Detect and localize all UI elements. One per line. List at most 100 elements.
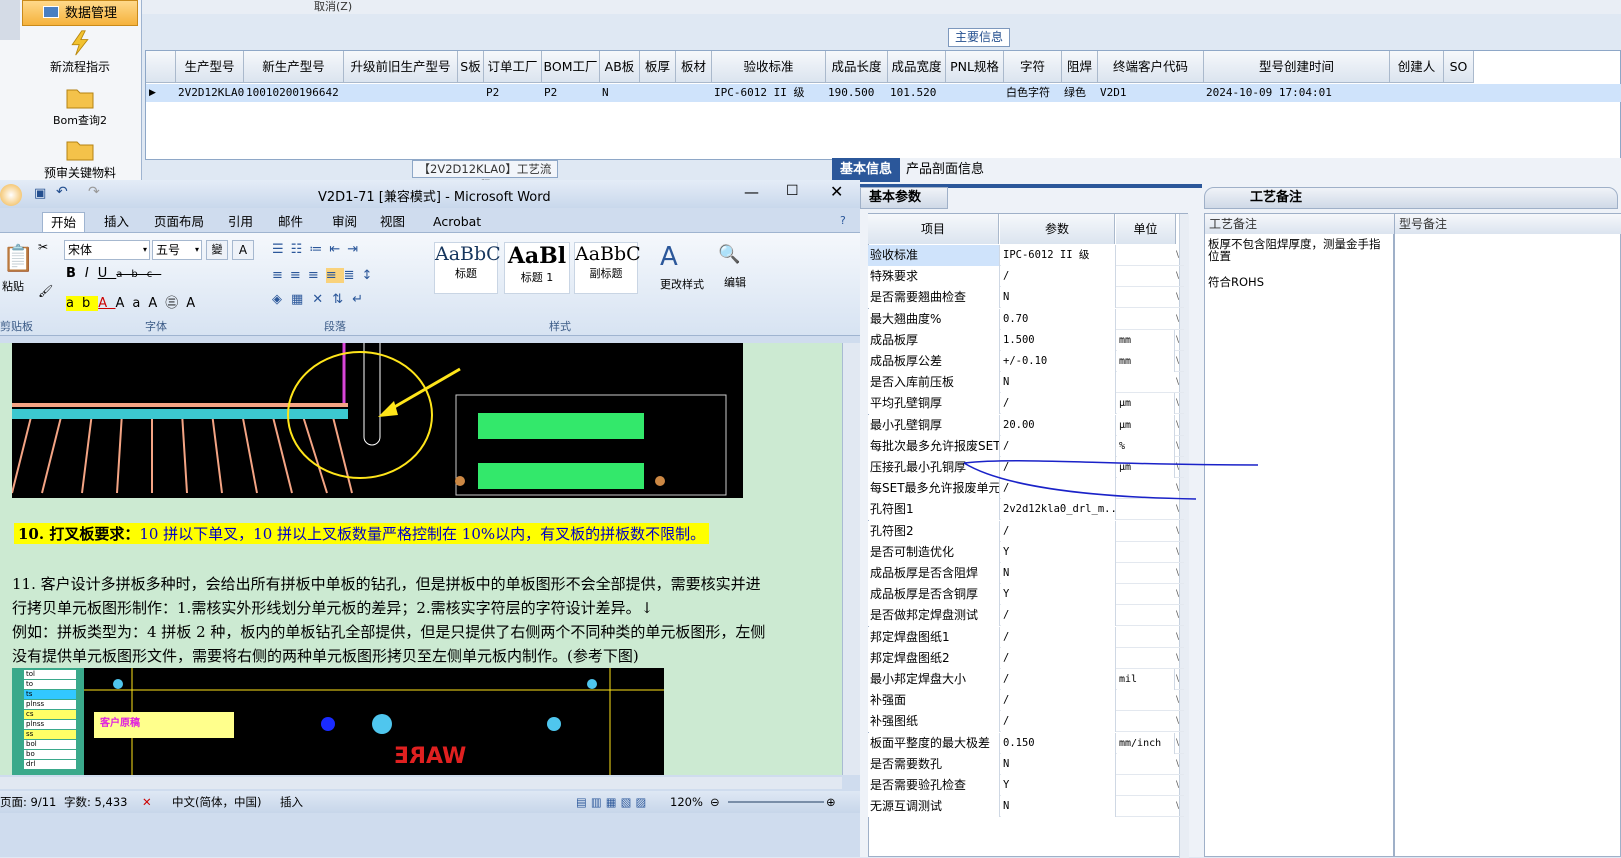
status-page[interactable]: 页面: 9/11 bbox=[0, 791, 56, 813]
grid-header[interactable]: 阻焊 bbox=[1062, 51, 1098, 83]
doc-hscroll[interactable] bbox=[0, 777, 842, 789]
layer-item[interactable]: bol bbox=[24, 740, 76, 749]
font-color-buttons[interactable]: abAAaA㊂A bbox=[66, 292, 203, 311]
param-value[interactable]: N bbox=[1001, 372, 1116, 394]
table-row[interactable]: 特殊要求 / \ bbox=[868, 266, 1184, 288]
param-value[interactable]: / bbox=[1001, 647, 1116, 669]
cancel-label[interactable]: 取消(Z) bbox=[314, 0, 352, 14]
font-size-select[interactable]: 五号 ▾ bbox=[152, 240, 202, 260]
char-border-icon[interactable]: A bbox=[232, 240, 254, 260]
table-row[interactable]: 成品板厚 1.500 mm \ bbox=[868, 329, 1184, 351]
table-row[interactable]: 是否做邦定焊盘测试 / \ bbox=[868, 605, 1184, 627]
param-value[interactable]: / bbox=[1001, 605, 1116, 627]
grid-header[interactable]: 验收标准 bbox=[712, 51, 826, 83]
param-value[interactable]: N bbox=[1001, 563, 1116, 584]
table-row[interactable]: 邦定焊盘图纸2 / \ bbox=[868, 647, 1184, 669]
ribbon-tab[interactable]: 开始 bbox=[42, 212, 86, 232]
basic-params-tab[interactable]: 基本参数 bbox=[860, 187, 948, 209]
grid-header[interactable]: 字符 bbox=[1004, 51, 1062, 83]
layer-item[interactable]: bo bbox=[24, 750, 76, 759]
ribbon-tab[interactable]: 插入 bbox=[96, 212, 137, 232]
table-row[interactable]: 成品板厚公差 +/-0.10 mm \ bbox=[868, 351, 1184, 372]
close-icon[interactable]: ✕ bbox=[830, 182, 843, 201]
grid-header[interactable]: 订单工厂 bbox=[484, 51, 542, 83]
ribbon-tab[interactable]: 审阅 bbox=[324, 212, 365, 232]
grid-header[interactable]: 新生产型号 bbox=[244, 51, 344, 83]
nav-header[interactable]: 数据管理 bbox=[22, 0, 138, 26]
param-value[interactable]: / bbox=[1001, 266, 1116, 288]
param-value[interactable]: / bbox=[1001, 690, 1116, 712]
zoom-in-icon[interactable]: ⊕ bbox=[826, 791, 836, 813]
nav-item-new-flow[interactable]: 新流程指示 bbox=[22, 30, 138, 75]
table-row[interactable]: 补强图纸 / \ bbox=[868, 711, 1184, 733]
layer-item[interactable]: ts bbox=[24, 690, 76, 699]
table-row[interactable]: 邦定焊盘图纸1 / \ bbox=[868, 626, 1184, 648]
layer-item[interactable]: ss bbox=[24, 730, 76, 739]
table-row[interactable]: 是否需要翘曲检查 N \ bbox=[868, 287, 1184, 309]
edit-button[interactable]: 编辑 bbox=[724, 274, 746, 290]
change-style-button[interactable]: 更改样式 bbox=[660, 276, 704, 292]
table-row[interactable]: 无源互调测试 N \ bbox=[868, 796, 1184, 818]
style-title[interactable]: AaBbC 标题 bbox=[434, 242, 501, 294]
grid-header[interactable]: 终端客户代码 bbox=[1098, 51, 1204, 83]
param-value[interactable]: / bbox=[1001, 435, 1116, 457]
office-button[interactable] bbox=[0, 184, 22, 206]
grid-header[interactable]: 升级前旧生产型号 bbox=[344, 51, 458, 83]
table-row[interactable]: 最小邦定焊盘大小 / mil \ bbox=[868, 669, 1184, 690]
table-row[interactable]: 是否需要数孔 N \ bbox=[868, 753, 1184, 775]
table-row[interactable]: 是否需要验孔检查 Y \ bbox=[868, 775, 1184, 796]
grid-header[interactable]: 成品长度 bbox=[826, 51, 888, 83]
layer-item[interactable]: drl bbox=[24, 760, 76, 769]
table-row[interactable]: 最大翘曲度% 0.70 \ bbox=[868, 308, 1184, 330]
ribbon-tab[interactable]: 页面布局 bbox=[146, 212, 212, 232]
grid-header[interactable]: 板材 bbox=[676, 51, 712, 83]
status-mode[interactable]: 插入 bbox=[280, 791, 303, 813]
ribbon-tab[interactable]: 引用 bbox=[220, 212, 261, 232]
table-row[interactable]: 是否可制造优化 Y \ bbox=[868, 541, 1184, 563]
table-row[interactable]: 补强面 / \ bbox=[868, 690, 1184, 712]
grid-header[interactable]: PNL规格 bbox=[946, 51, 1004, 83]
grid-header[interactable]: 生产型号 bbox=[176, 51, 244, 83]
process-tab[interactable]: 【2V2D12KLA0】工艺流程 bbox=[412, 160, 558, 192]
grid-header[interactable]: 板厚 bbox=[640, 51, 676, 83]
status-lang[interactable]: 中文(简体，中国) bbox=[172, 791, 261, 813]
param-value[interactable]: N bbox=[1001, 287, 1116, 309]
param-value[interactable]: 20.00 bbox=[1001, 414, 1116, 436]
process-notes-tab[interactable]: 工艺备注 bbox=[1224, 187, 1328, 209]
grid-header[interactable]: BOM工厂 bbox=[542, 51, 600, 83]
format-painter-icon[interactable]: 🖌 bbox=[38, 284, 53, 298]
nav-item-material[interactable]: 预审关键物料 bbox=[22, 136, 138, 181]
view-buttons[interactable]: ▤▥▦▧▨ bbox=[576, 791, 650, 813]
ribbon-tab[interactable]: 视图 bbox=[372, 212, 413, 232]
ribbon-tab[interactable]: Acrobat bbox=[425, 212, 489, 232]
status-words[interactable]: 字数: 5,433 bbox=[64, 791, 127, 813]
minimize-icon[interactable]: — bbox=[744, 183, 759, 201]
para-buttons[interactable]: ◈▦✕⇅↵ bbox=[272, 292, 372, 307]
paste-icon[interactable]: 📋 bbox=[2, 244, 34, 274]
redo-icon[interactable]: ↷ bbox=[88, 184, 100, 200]
table-row[interactable]: 是否入库前压板 N \ bbox=[868, 372, 1184, 394]
maximize-icon[interactable]: ☐ bbox=[786, 183, 799, 199]
zoom-out-icon[interactable]: ⊖ bbox=[710, 791, 720, 813]
tab-profile-info[interactable]: 产品剖面信息 bbox=[898, 158, 992, 182]
param-value[interactable]: / bbox=[1001, 520, 1116, 542]
grid-header[interactable]: SO bbox=[1444, 51, 1474, 83]
grid-header[interactable]: 成品宽度 bbox=[888, 51, 946, 83]
param-value[interactable]: N bbox=[1001, 796, 1116, 818]
zoom-slider[interactable] bbox=[728, 801, 824, 803]
layer-item[interactable]: to bbox=[24, 680, 76, 689]
param-value[interactable]: 0.150 bbox=[1001, 732, 1116, 754]
table-row[interactable]: 成品板厚是否含铜厚 Y \ bbox=[868, 584, 1184, 606]
layer-item[interactable]: cs bbox=[24, 710, 76, 719]
layer-item[interactable]: plnss bbox=[24, 720, 76, 729]
table-row[interactable]: 成品板厚是否含阻焊 N \ bbox=[868, 563, 1184, 584]
grid-header[interactable]: S板 bbox=[458, 51, 484, 83]
style-heading1[interactable]: AaBl 标题 1 bbox=[504, 242, 570, 294]
font-name-select[interactable]: 宋体 ▾ bbox=[64, 240, 150, 260]
param-value[interactable]: 0.70 bbox=[1001, 308, 1116, 330]
ribbon-tab[interactable]: 邮件 bbox=[270, 212, 311, 232]
nav-item-bom[interactable]: Bom查询2 bbox=[22, 84, 138, 128]
layer-item[interactable]: plnss bbox=[24, 700, 76, 709]
proofing-icon[interactable]: ✕ bbox=[142, 791, 152, 813]
param-value[interactable]: +/-0.10 bbox=[1001, 351, 1116, 372]
